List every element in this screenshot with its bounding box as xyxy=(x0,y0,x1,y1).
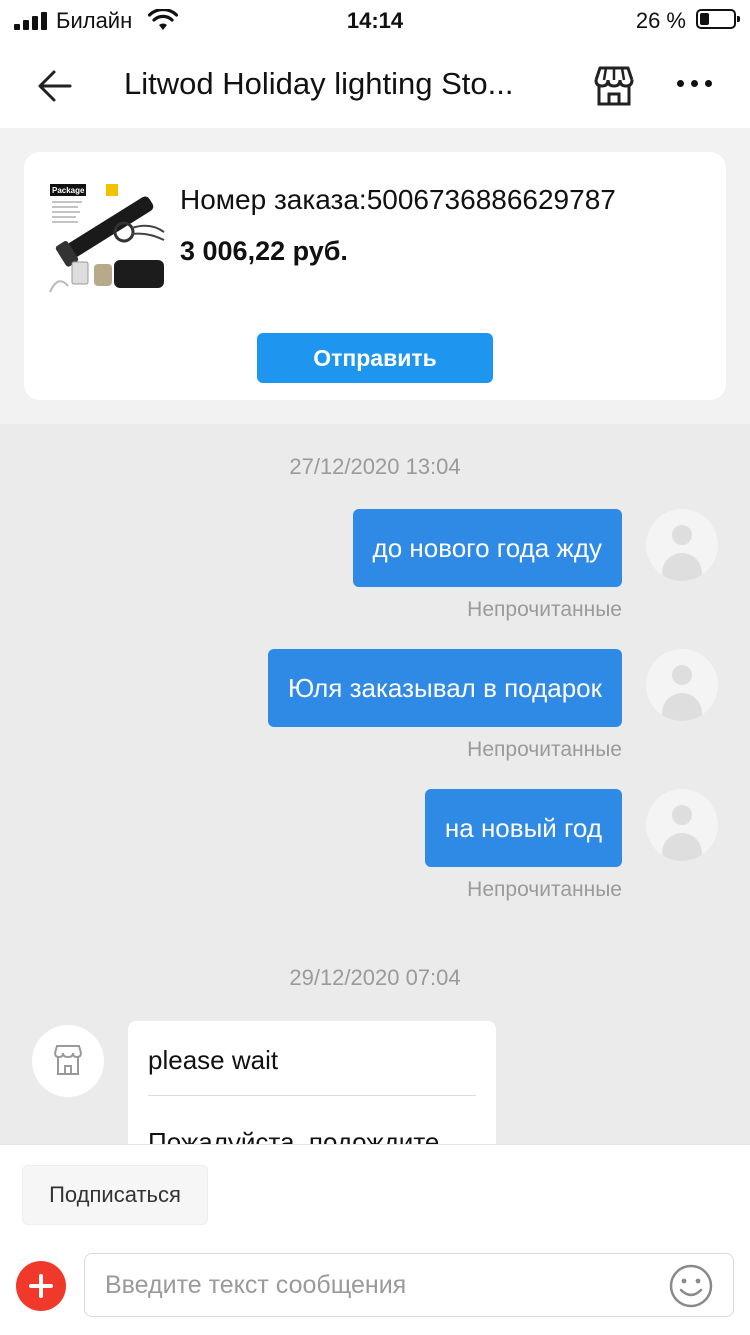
store-title: Litwod Holiday lighting Sto... xyxy=(124,66,514,101)
plus-circle-icon[interactable] xyxy=(16,1261,66,1311)
product-thumbnail[interactable]: Package D xyxy=(48,182,168,302)
store-icon xyxy=(54,1045,82,1075)
read-status: Непрочитанные xyxy=(467,598,622,621)
message-bubble-incoming[interactable]: please wait Пожалуйста, подождите xyxy=(128,1021,496,1144)
battery-percent: 26 % xyxy=(635,8,686,33)
message-bubble-outgoing[interactable]: до нового года жду xyxy=(352,509,622,587)
product-thumb-label: Package D xyxy=(52,186,93,195)
more-dots-icon[interactable] xyxy=(672,74,716,94)
order-price: 3 006,22 руб. xyxy=(180,236,348,266)
message-original-text: please wait xyxy=(148,1045,279,1075)
message-bubble-outgoing[interactable]: Юля заказывал в подарок xyxy=(268,649,622,727)
read-status: Непрочитанные xyxy=(467,878,622,901)
user-avatar xyxy=(646,789,718,861)
message-input[interactable] xyxy=(84,1253,734,1317)
translation-divider xyxy=(148,1095,476,1096)
subscribe-button[interactable]: Подписаться xyxy=(22,1165,208,1225)
store-avatar[interactable] xyxy=(32,1025,104,1097)
order-card[interactable]: Package D Номер заказа:5006736886629787 … xyxy=(24,152,726,400)
nav-bar: Litwod Holiday lighting Sto... xyxy=(0,42,750,128)
store-icon[interactable] xyxy=(590,62,638,110)
chat-area[interactable]: 27/12/2020 13:04 до нового года жду Непр… xyxy=(0,424,750,1144)
status-bar: Билайн 14:14 26 % xyxy=(0,0,750,42)
message-translation-text: Пожалуйста, подождите xyxy=(148,1127,440,1144)
back-arrow-icon[interactable] xyxy=(34,64,78,108)
message-bubble-outgoing[interactable]: на новый год xyxy=(424,789,622,867)
read-status: Непрочитанные xyxy=(467,738,622,761)
date-separator: 27/12/2020 13:04 xyxy=(289,454,461,479)
user-avatar xyxy=(646,509,718,581)
smiley-icon[interactable] xyxy=(668,1263,714,1309)
order-area: Package D Номер заказа:5006736886629787 … xyxy=(0,128,750,424)
battery-icon xyxy=(696,9,740,29)
order-number: Номер заказа:5006736886629787 xyxy=(180,184,616,215)
user-avatar xyxy=(646,649,718,721)
bottom-bar: Подписаться xyxy=(0,1144,750,1335)
send-order-button[interactable]: Отправить xyxy=(257,333,493,383)
date-separator: 29/12/2020 07:04 xyxy=(289,965,461,990)
